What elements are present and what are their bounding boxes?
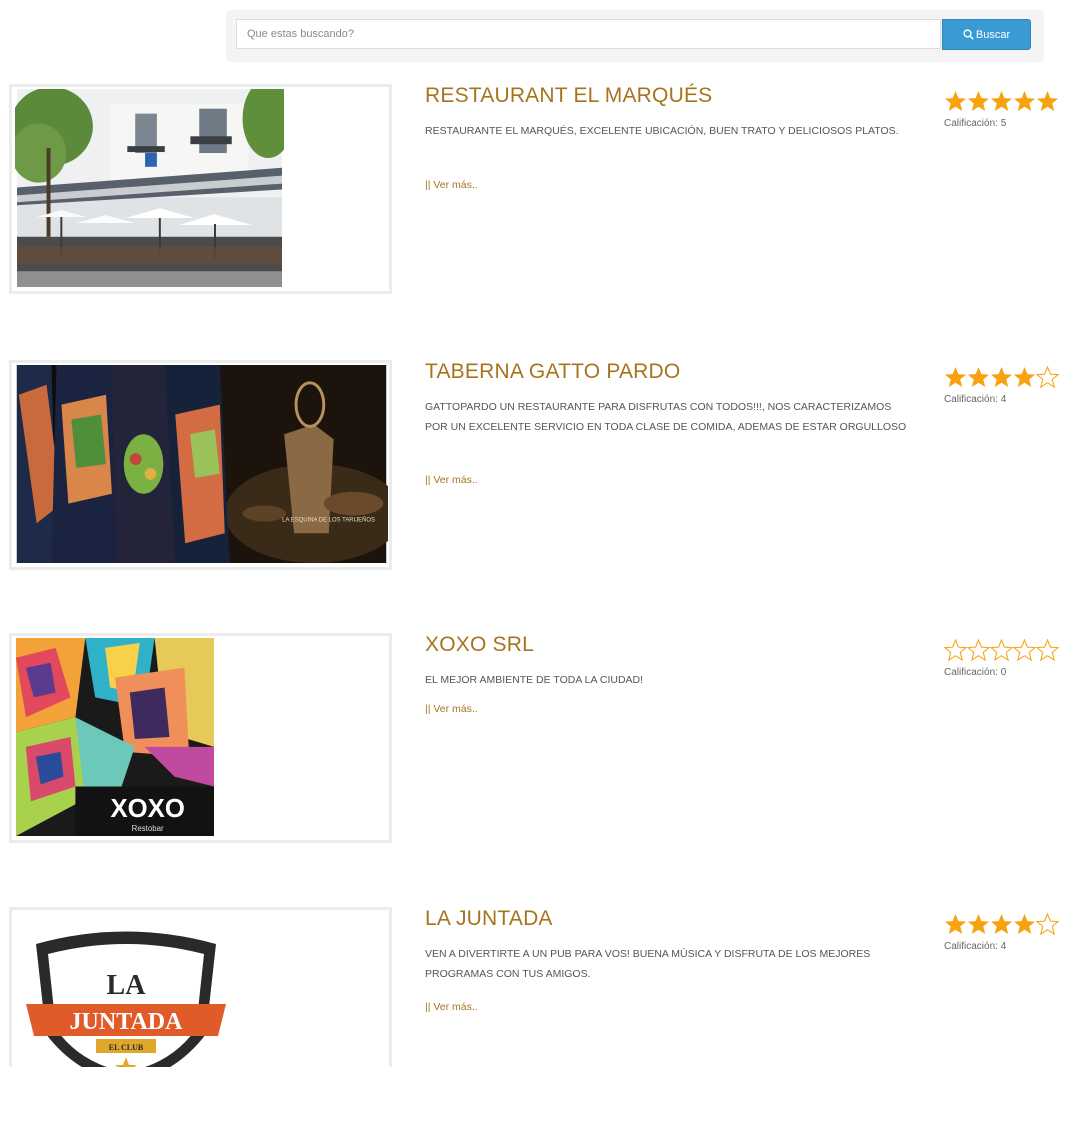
- restaurant-title[interactable]: TABERNA GATTO PARDO: [425, 360, 680, 384]
- star-filled-icon: [1013, 913, 1036, 935]
- restaurant-card: LA ESQUINA DE LOS TARIJEÑOS TABERNA GATT…: [0, 360, 1066, 575]
- star-filled-icon: [967, 90, 990, 112]
- see-more-link[interactable]: || Ver más..: [425, 179, 478, 191]
- see-more-link[interactable]: || Ver más..: [425, 1001, 478, 1013]
- star-filled-icon: [1036, 90, 1059, 112]
- restaurant-card: LA JUNTADA EL CLUB LA JUNTADA VEN A DIVE…: [0, 907, 1066, 1122]
- star-filled-icon: [967, 366, 990, 388]
- restaurant-title[interactable]: XOXO SRL: [425, 633, 534, 657]
- star-filled-icon: [944, 366, 967, 388]
- search-bar: Buscar: [226, 10, 1044, 62]
- star-filled-icon: [990, 366, 1013, 388]
- star-filled-icon: [990, 913, 1013, 935]
- star-empty-icon: [990, 639, 1013, 661]
- search-input[interactable]: [236, 19, 941, 49]
- rating-label: Calificación: 0: [944, 667, 1007, 678]
- rating-stars: [944, 913, 1059, 935]
- see-more-link[interactable]: || Ver más..: [425, 703, 478, 715]
- logo-wordmark: XOXO: [110, 795, 184, 823]
- search-button[interactable]: Buscar: [942, 19, 1031, 50]
- rating-stars: [944, 639, 1059, 661]
- star-filled-icon: [944, 913, 967, 935]
- star-filled-icon: [1013, 90, 1036, 112]
- star-empty-icon: [1036, 913, 1059, 935]
- logo-main-text: JUNTADA: [70, 1009, 184, 1035]
- logo-sub-text: EL CLUB: [109, 1043, 144, 1052]
- rating-label: Calificación: 4: [944, 941, 1007, 952]
- restaurant-title[interactable]: LA JUNTADA: [425, 907, 553, 931]
- restaurant-card: XOXO Restobar XOXO SRL EL MEJOR AMBIENTE…: [0, 633, 1066, 848]
- star-filled-icon: [990, 90, 1013, 112]
- star-empty-icon: [1013, 639, 1036, 661]
- restaurant-description: EL MEJOR AMBIENTE DE TODA LA CIUDAD!: [425, 674, 644, 686]
- logo-subtitle: Restobar: [132, 824, 164, 833]
- star-filled-icon: [1013, 366, 1036, 388]
- restaurant-photo[interactable]: [9, 84, 392, 294]
- star-empty-icon: [1036, 639, 1059, 661]
- search-button-label: Buscar: [975, 28, 1011, 41]
- see-more-link[interactable]: || Ver más..: [425, 474, 478, 486]
- star-empty-icon: [1036, 366, 1059, 388]
- rating-label: Calificación: 5: [944, 118, 1007, 129]
- star-filled-icon: [967, 913, 990, 935]
- restaurant-photo[interactable]: LA ESQUINA DE LOS TARIJEÑOS: [9, 360, 392, 570]
- restaurant-description: RESTAURANTE EL MARQUÉS, EXCELENTE UBICAC…: [425, 125, 899, 137]
- restaurant-logo[interactable]: LA JUNTADA EL CLUB: [9, 907, 392, 1067]
- restaurant-description: GATTOPARDO UN RESTAURANTE PARA DISFRUTAS…: [425, 401, 907, 433]
- photo-caption: LA ESQUINA DE LOS TARIJEÑOS: [282, 516, 375, 523]
- rating-stars: [944, 90, 1059, 112]
- search-icon: [963, 29, 974, 40]
- star-empty-icon: [967, 639, 990, 661]
- restaurant-logo[interactable]: XOXO Restobar: [9, 633, 392, 843]
- restaurant-title[interactable]: RESTAURANT EL MARQUÉS: [425, 84, 712, 108]
- logo-top-text: LA: [107, 970, 147, 1001]
- restaurant-card: RESTAURANT EL MARQUÉS RESTAURANTE EL MAR…: [0, 84, 1066, 299]
- rating-label: Calificación: 4: [944, 394, 1007, 405]
- star-filled-icon: [944, 90, 967, 112]
- star-empty-icon: [944, 639, 967, 661]
- rating-stars: [944, 366, 1059, 388]
- restaurant-description: VEN A DIVERTIRTE A UN PUB PARA VOS! BUEN…: [425, 948, 871, 980]
